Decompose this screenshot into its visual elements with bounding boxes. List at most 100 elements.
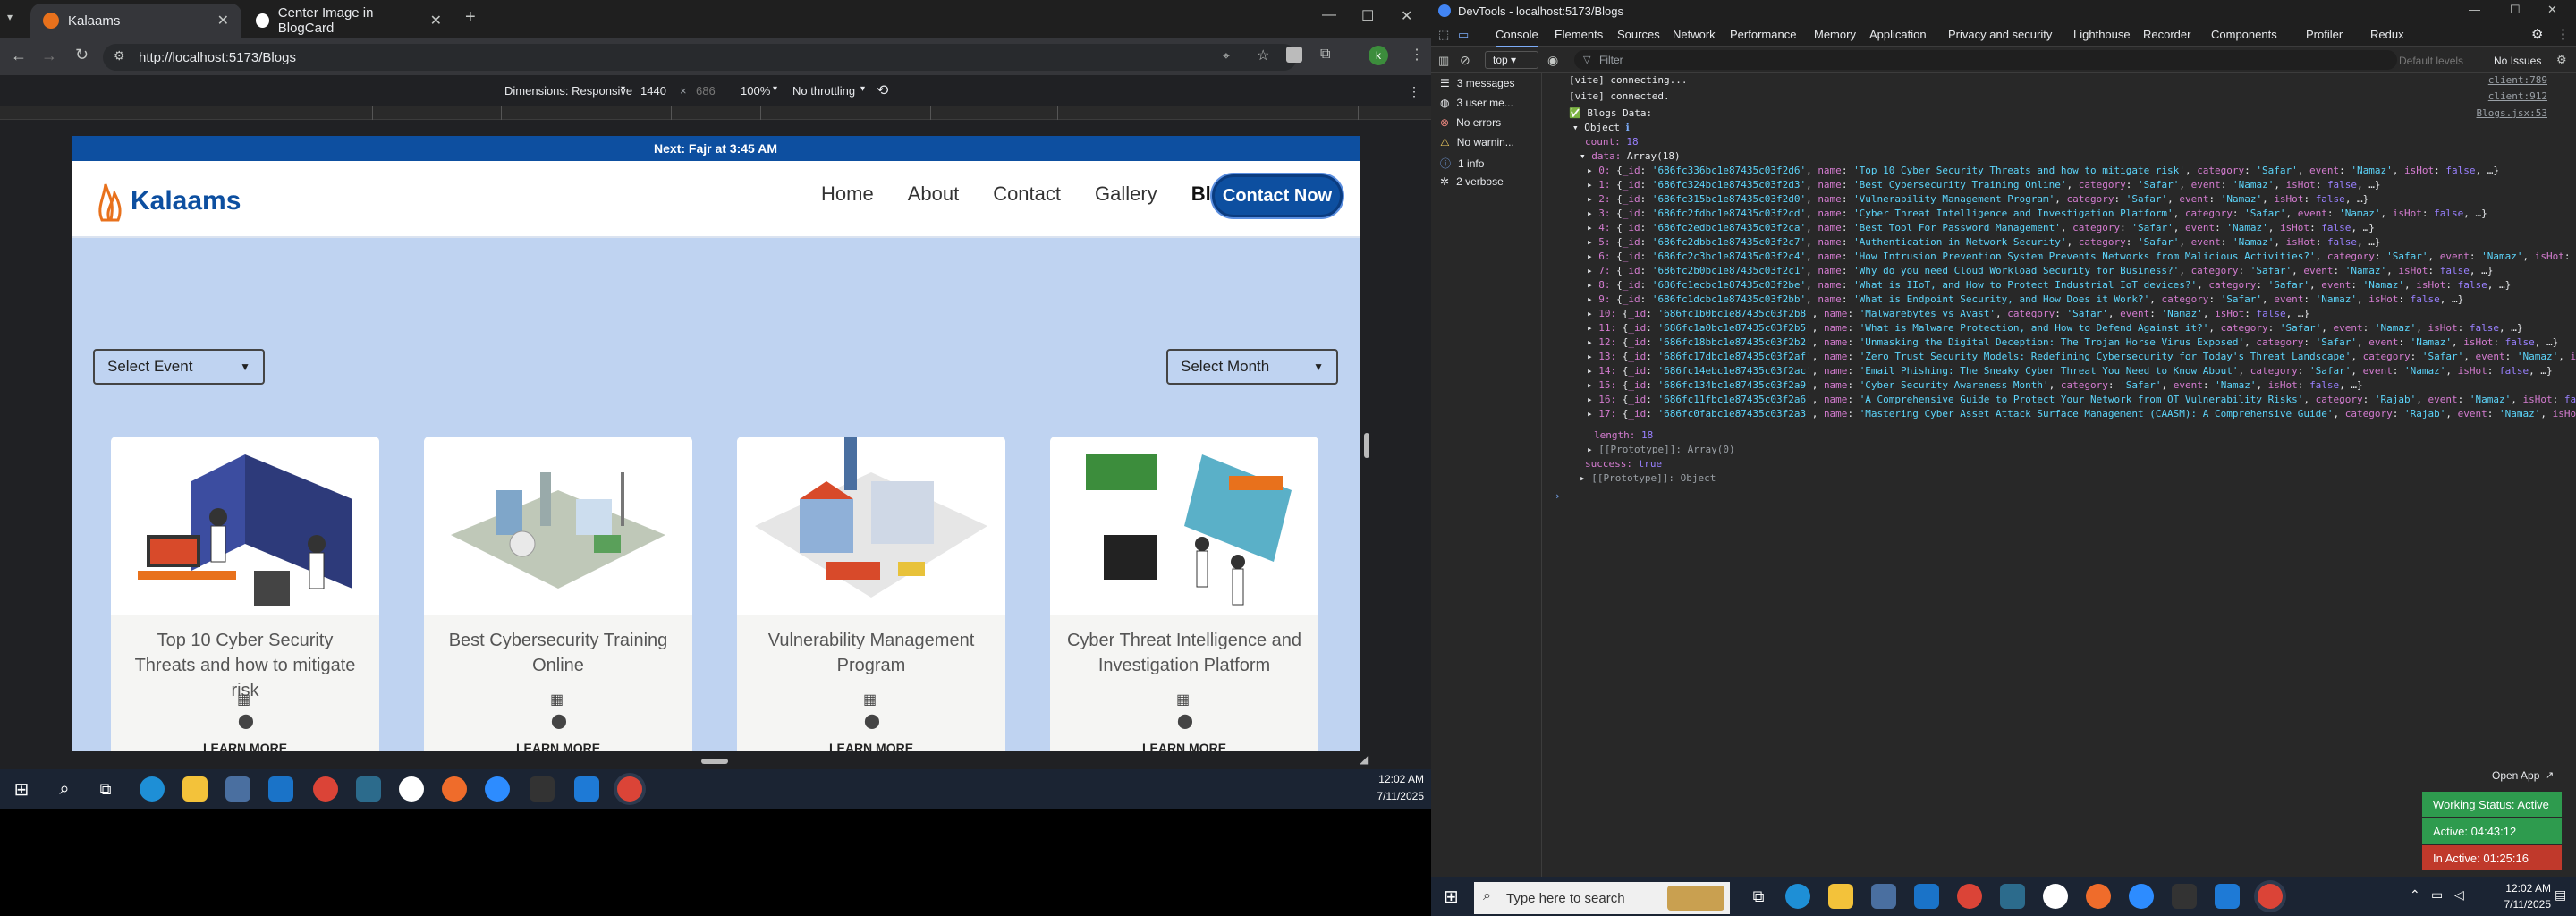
sidebar-messages[interactable]: ☰ 3 messages: [1440, 77, 1514, 89]
app-icon[interactable]: [356, 776, 381, 802]
network-icon[interactable]: ▭: [2431, 887, 2443, 903]
array-row[interactable]: ▸ 2: {_id: '686fc315bc1e87435c03f2d0', n…: [1587, 193, 2368, 205]
array-row[interactable]: ▸ 15: {_id: '686fc134bc1e87435c03f2a9', …: [1587, 379, 2363, 391]
nav-gallery[interactable]: Gallery: [1095, 182, 1157, 206]
array-row[interactable]: ▸ 0: {_id: '686fc336bc1e87435c03f2d6', n…: [1587, 165, 2499, 176]
site-info-icon[interactable]: ⚙: [114, 48, 125, 64]
zoom-icon[interactable]: [2129, 884, 2154, 909]
object-tree-node[interactable]: ▸ [[Prototype]]: Array(0): [1587, 444, 1735, 455]
maximize-icon[interactable]: ☐: [2510, 3, 2521, 17]
sidebar-warnings[interactable]: ⚠ No warnin...: [1440, 136, 1514, 148]
tab-sources[interactable]: Sources: [1617, 28, 1660, 41]
forward-icon[interactable]: →: [41, 47, 57, 65]
tray-chevron-icon[interactable]: ⌃: [2410, 887, 2420, 903]
minimize-icon[interactable]: —: [2469, 3, 2480, 16]
device-toggle-icon[interactable]: ▭: [1458, 28, 1469, 42]
outlook-icon[interactable]: [1914, 884, 1939, 909]
left-clock[interactable]: 12:02 AM 7/11/2025: [1368, 771, 1425, 805]
array-row[interactable]: ▸ 3: {_id: '686fc2fdbc1e87435c03f2cd', n…: [1587, 208, 2487, 219]
site-logo[interactable]: Kalaams: [95, 181, 241, 222]
settings-gear-icon[interactable]: ⚙: [2556, 53, 2567, 67]
windows-start-icon[interactable]: ⊞: [1444, 886, 1459, 908]
location-icon[interactable]: ⌖: [1223, 48, 1230, 64]
close-window-icon[interactable]: ✕: [1401, 7, 1412, 25]
tab-redux[interactable]: Redux: [2370, 28, 2404, 41]
outlook-icon[interactable]: [268, 776, 293, 802]
zoom-dropdown[interactable]: 100%: [741, 84, 770, 98]
select-event-dropdown[interactable]: Select Event ▼: [93, 349, 265, 385]
blog-card[interactable]: Cyber Threat Intelligence and Investigat…: [1050, 437, 1318, 751]
array-row[interactable]: ▸ 7: {_id: '686fc2b0bc1e87435c03f2c1', n…: [1587, 265, 2493, 276]
viewport-resize-handle-right[interactable]: [1364, 433, 1369, 458]
sidebar-user-messages[interactable]: ◍ 3 user me...: [1440, 97, 1513, 109]
app-icon[interactable]: [2043, 884, 2068, 909]
blog-card[interactable]: Vulnerability Management Program ▦ ⬤ LEA…: [737, 437, 1005, 751]
tab-center-image[interactable]: Center Image in BlogCard ✕: [243, 4, 454, 38]
file-explorer-icon[interactable]: [182, 776, 208, 802]
sidebar-info[interactable]: ⓘ 1 info: [1440, 156, 1484, 171]
terminal-icon[interactable]: [2172, 884, 2197, 909]
maximize-icon[interactable]: ☐: [1361, 7, 1374, 25]
object-tree-node[interactable]: ▾ Object ℹ: [1572, 122, 1630, 133]
learn-more-link[interactable]: LEARN MORE: [424, 741, 692, 751]
select-month-dropdown[interactable]: Select Month ▼: [1166, 349, 1338, 385]
vscode-icon[interactable]: [2215, 884, 2240, 909]
close-tab-icon[interactable]: ✕: [217, 12, 229, 30]
console-source-link[interactable]: client:912: [2488, 90, 2547, 102]
back-icon[interactable]: ←: [11, 47, 27, 65]
tab-application[interactable]: Application: [1869, 28, 1927, 41]
viewport-resize-handle-bottom[interactable]: [701, 759, 728, 764]
learn-more-link[interactable]: LEARN MORE: [1050, 741, 1318, 751]
right-clock[interactable]: 12:02 AM 7/11/2025: [2496, 880, 2552, 912]
array-row[interactable]: ▸ 17: {_id: '686fc0fabc1e87435c03f2a3', …: [1587, 408, 2576, 420]
array-row[interactable]: ▸ 6: {_id: '686fc2c3bc1e87435c03f2c4', n…: [1587, 250, 2576, 262]
nav-about[interactable]: About: [908, 182, 960, 206]
tab-lighthouse[interactable]: Lighthouse: [2073, 28, 2131, 41]
settings-gear-icon[interactable]: ⚙: [2531, 26, 2543, 42]
tab-memory[interactable]: Memory: [1814, 28, 1856, 41]
corner-resize-icon[interactable]: ◢: [1360, 753, 1368, 766]
nav-contact[interactable]: Contact: [993, 182, 1061, 206]
array-row[interactable]: ▸ 11: {_id: '686fc1a0bc1e87435c03f2b5', …: [1587, 322, 2523, 334]
tab-kalaams[interactable]: Kalaams ✕: [30, 4, 242, 38]
array-row[interactable]: ▸ 12: {_id: '686fc18bbc1e87435c03f2b2', …: [1587, 336, 2558, 348]
close-window-icon[interactable]: ✕: [2547, 3, 2557, 17]
array-row[interactable]: ▸ 13: {_id: '686fc17dbc1e87435c03f2af', …: [1587, 351, 2576, 362]
blog-card[interactable]: Top 10 Cyber Security Threats and how to…: [111, 437, 379, 751]
media-query-bar[interactable]: [0, 106, 1431, 120]
object-tree-node[interactable]: ▸ [[Prototype]]: Object: [1580, 472, 1716, 484]
search-icon[interactable]: ⌕: [52, 776, 77, 802]
eye-icon[interactable]: ◉: [1547, 53, 1558, 68]
dimensions-dropdown[interactable]: Dimensions: Responsive: [504, 84, 632, 98]
volume-icon[interactable]: ◁: [2454, 887, 2464, 903]
array-row[interactable]: ▸ 14: {_id: '686fc14ebc1e87435c03f2ac', …: [1587, 365, 2553, 377]
profile-avatar[interactable]: k: [1368, 46, 1388, 65]
task-view-icon[interactable]: ⧉: [93, 776, 118, 802]
contact-now-button[interactable]: Contact Now: [1212, 174, 1343, 217]
clear-console-icon[interactable]: ⊘: [1460, 53, 1470, 68]
nav-home[interactable]: Home: [821, 182, 874, 206]
menu-kebab-icon[interactable]: ⋮: [1410, 46, 1424, 64]
learn-more-link[interactable]: LEARN MORE: [111, 741, 379, 751]
windows-start-icon[interactable]: ⊞: [9, 776, 34, 802]
learn-more-link[interactable]: LEARN MORE: [737, 741, 1005, 751]
levels-dropdown[interactable]: Default levels: [2399, 55, 2463, 67]
task-view-icon[interactable]: ⧉: [1746, 884, 1771, 909]
app-icon[interactable]: [399, 776, 424, 802]
tab-console[interactable]: Console: [1496, 28, 1538, 47]
new-tab-icon[interactable]: +: [465, 7, 476, 28]
chrome-icon[interactable]: [1957, 884, 1982, 909]
reload-icon[interactable]: ↻: [75, 46, 89, 64]
tab-elements[interactable]: Elements: [1555, 28, 1603, 41]
console-source-link[interactable]: client:789: [2488, 74, 2547, 86]
rotate-icon[interactable]: ⟲: [877, 81, 888, 99]
puzzle-icon[interactable]: ⧉: [1320, 47, 1330, 63]
blog-card[interactable]: Best Cybersecurity Training Online ▦ ⬤ L…: [424, 437, 692, 751]
open-app-link[interactable]: Open App: [2492, 769, 2539, 782]
array-row[interactable]: ▸ 4: {_id: '686fc2edbc1e87435c03f2ca', n…: [1587, 222, 2375, 233]
chrome-icon[interactable]: [313, 776, 338, 802]
array-row[interactable]: ▸ 10: {_id: '686fc1b0bc1e87435c03f2b8', …: [1587, 308, 2309, 319]
omnibox[interactable]: ⚙ http://localhost:5173/Blogs ⌖ ☆: [103, 44, 1297, 71]
width-input[interactable]: 1440: [640, 84, 666, 98]
array-row[interactable]: ▸ 8: {_id: '686fc1ecbc1e87435c03f2be', n…: [1587, 279, 2511, 291]
